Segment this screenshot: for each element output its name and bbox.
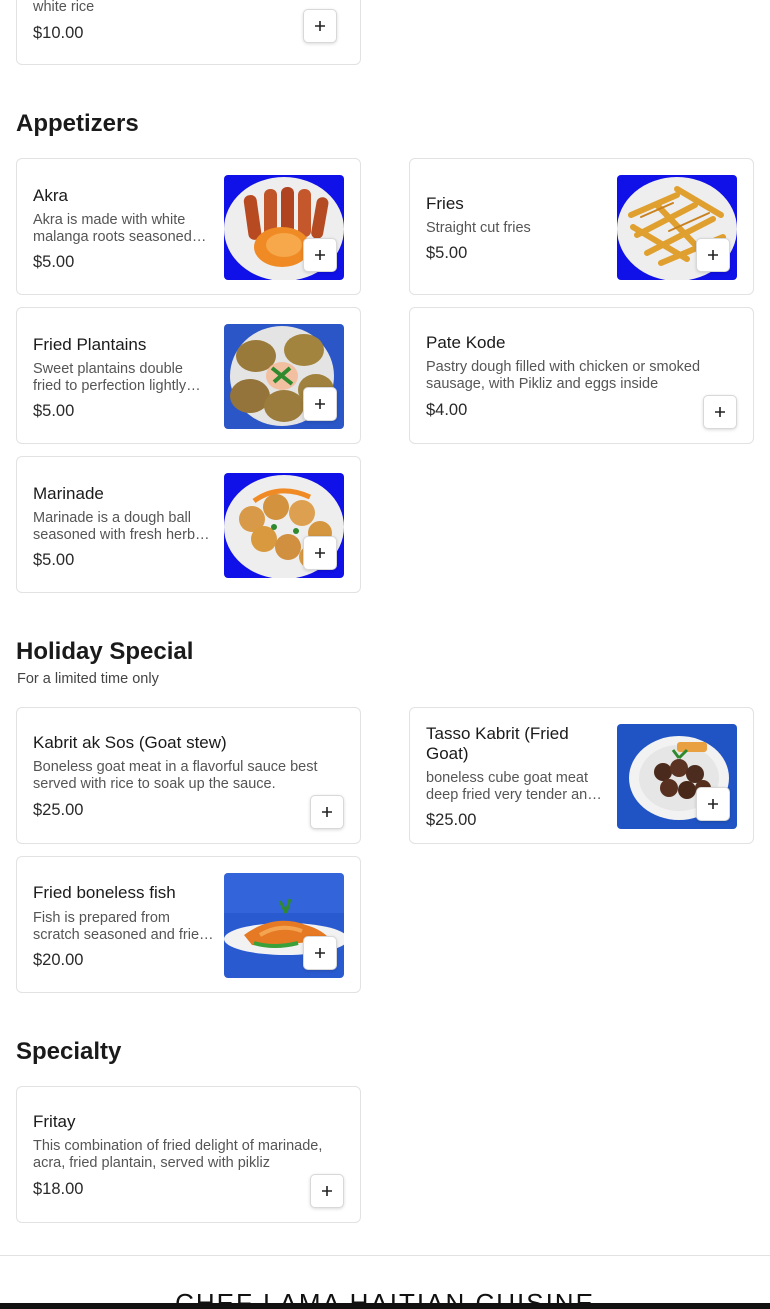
item-description: Sweet plantains double fried to perfecti…	[33, 361, 187, 394]
add-to-cart-button[interactable]	[310, 1174, 344, 1208]
footer-restaurant-name: CHEF LAMA HAITIAN CUISINE	[0, 1290, 770, 1303]
item-name: Marinade	[33, 484, 104, 503]
plus-icon	[315, 399, 325, 409]
menu-item-card-kabrit-ak-sos[interactable]: Kabrit ak Sos (Goat stew) Boneless goat …	[16, 707, 361, 844]
item-description: Marinade is a dough ball seasoned with f…	[33, 510, 203, 543]
item-name: Fries	[426, 194, 464, 213]
plus-icon	[322, 1186, 332, 1196]
item-description: Fish is prepared from scratch seasoned a…	[33, 910, 208, 943]
plus-icon	[715, 407, 725, 417]
section-title-holiday-special: Holiday Special	[16, 638, 194, 665]
plus-icon	[708, 250, 718, 260]
item-price: $5.00	[33, 402, 75, 420]
item-price: $18.00	[33, 1180, 84, 1198]
menu-item-card-pate-kode[interactable]: Pate Kode Pastry dough filled with chick…	[409, 307, 754, 444]
menu-item-card[interactable]: white rice $10.00	[16, 0, 361, 65]
add-to-cart-button[interactable]	[303, 9, 337, 43]
footer-bar	[0, 1303, 770, 1309]
add-to-cart-button[interactable]	[310, 795, 344, 829]
add-to-cart-button[interactable]	[303, 936, 337, 970]
item-name: Fried boneless fish	[33, 883, 176, 902]
item-description: This combination of fried delight of mar…	[33, 1138, 323, 1171]
section-subtitle: For a limited time only	[17, 671, 159, 687]
section-title-appetizers: Appetizers	[16, 110, 139, 137]
plus-icon	[315, 548, 325, 558]
menu-item-card-fries[interactable]: Fries Straight cut fries $5.00	[409, 158, 754, 295]
item-name: Tasso Kabrit (Fried Goat)	[426, 724, 569, 763]
footer-divider	[0, 1255, 770, 1256]
item-name: Pate Kode	[426, 333, 506, 352]
plus-icon	[708, 799, 718, 809]
item-description: Akra is made with white malanga roots se…	[33, 212, 192, 245]
add-to-cart-button[interactable]	[696, 787, 730, 821]
menu-item-card-marinade[interactable]: Marinade Marinade is a dough ball season…	[16, 456, 361, 593]
item-description: white rice	[33, 0, 95, 15]
item-name: Fried Plantains	[33, 335, 147, 354]
item-price: $4.00	[426, 401, 468, 419]
item-name: Kabrit ak Sos (Goat stew)	[33, 733, 227, 752]
item-description: boneless cube goat meat deep fried very …	[426, 770, 596, 803]
item-price: $20.00	[33, 951, 84, 969]
add-to-cart-button[interactable]	[703, 395, 737, 429]
add-to-cart-button[interactable]	[696, 238, 730, 272]
add-to-cart-button[interactable]	[303, 387, 337, 421]
plus-icon	[315, 21, 325, 31]
item-price: $5.00	[33, 551, 75, 569]
menu-item-card-tasso-kabrit[interactable]: Tasso Kabrit (Fried Goat) boneless cube …	[409, 707, 754, 844]
add-to-cart-button[interactable]	[303, 536, 337, 570]
section-title-specialty: Specialty	[16, 1038, 122, 1065]
item-name: Fritay	[33, 1112, 76, 1131]
item-price: $5.00	[426, 244, 468, 262]
menu-item-card-akra[interactable]: Akra Akra is made with white malanga roo…	[16, 158, 361, 295]
item-price: $5.00	[33, 253, 75, 271]
plus-icon	[322, 807, 332, 817]
plus-icon	[315, 250, 325, 260]
menu-item-card-fritay[interactable]: Fritay This combination of fried delight…	[16, 1086, 361, 1223]
item-description: Straight cut fries	[426, 220, 531, 236]
item-price: $25.00	[33, 801, 84, 819]
add-to-cart-button[interactable]	[303, 238, 337, 272]
item-description: Pastry dough filled with chicken or smok…	[426, 359, 701, 392]
item-price: $25.00	[426, 811, 477, 829]
item-price: $10.00	[33, 24, 84, 42]
menu-item-card-fried-plantains[interactable]: Fried Plantains Sweet plantains double f…	[16, 307, 361, 444]
item-name: Akra	[33, 186, 68, 205]
plus-icon	[315, 948, 325, 958]
menu-item-card-fried-fish[interactable]: Fried boneless fish Fish is prepared fro…	[16, 856, 361, 993]
item-description: Boneless goat meat in a flavorful sauce …	[33, 759, 318, 792]
